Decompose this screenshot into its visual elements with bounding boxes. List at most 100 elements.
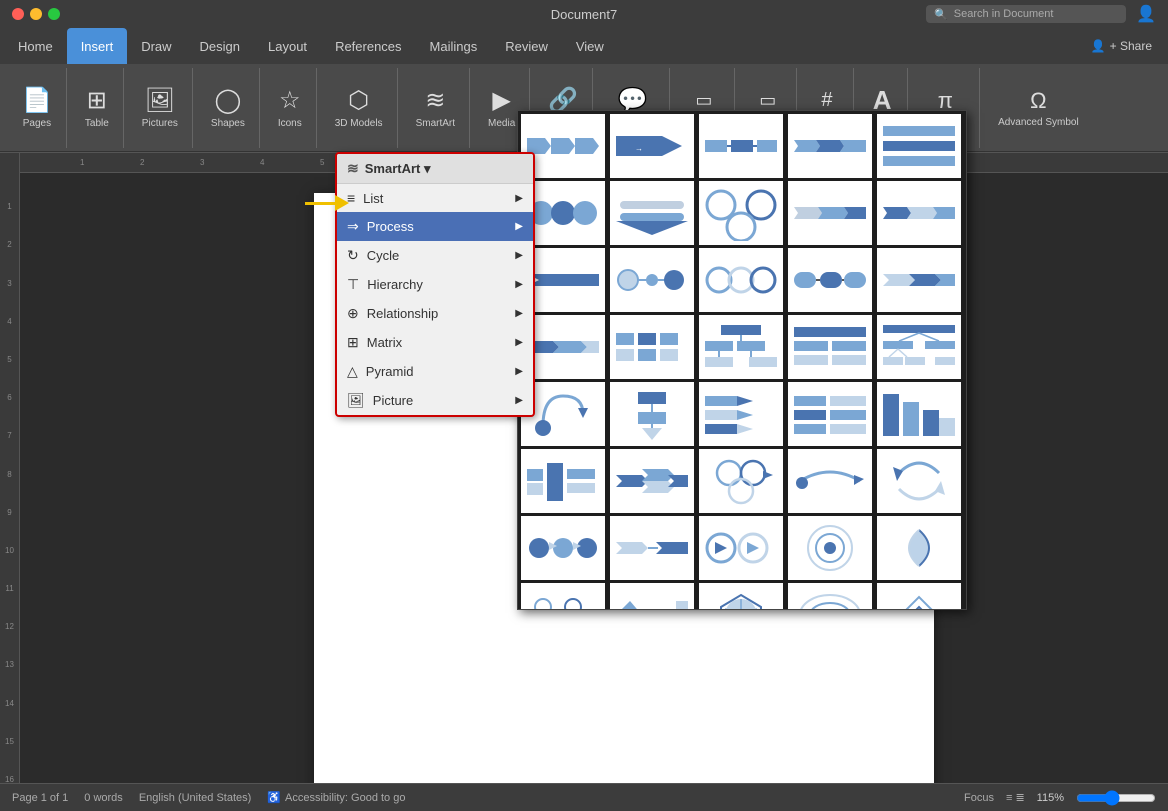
tab-home[interactable]: Home — [4, 28, 67, 64]
smartart-item-36[interactable] — [521, 583, 605, 610]
smartart-item-35[interactable] — [877, 516, 961, 580]
share-label: + Share — [1110, 39, 1152, 53]
ruler-v-tick: 16 — [5, 746, 14, 784]
menu-item-relationship[interactable]: ⊕ Relationship ▶ — [337, 299, 533, 328]
smartart-item-24[interactable] — [788, 382, 872, 446]
advancedsymbol-label: Advanced Symbol — [998, 117, 1079, 128]
ribbon-group-pictures: 🖼 Pictures — [128, 68, 193, 148]
relationship-chevron-icon: ▶ — [515, 308, 523, 319]
smartart-item-2[interactable]: → — [610, 114, 694, 178]
menu-item-picture-label: Picture — [373, 393, 413, 408]
user-icon[interactable]: 👤 — [1136, 4, 1156, 24]
relationship-icon: ⊕ — [347, 305, 359, 322]
cycle-chevron-icon: ▶ — [515, 250, 523, 261]
tab-review[interactable]: Review — [491, 28, 562, 64]
menu-header-label: SmartArt ▾ — [365, 161, 431, 177]
language-label: English (United States) — [139, 792, 252, 804]
minimize-button[interactable] — [30, 8, 42, 20]
smartart-item-34[interactable] — [788, 516, 872, 580]
smartart-item-30[interactable] — [877, 449, 961, 513]
smartart-item-27[interactable] — [610, 449, 694, 513]
media-label: Media — [488, 118, 515, 129]
smartart-item-23[interactable] — [699, 382, 783, 446]
smartart-item-17[interactable] — [610, 315, 694, 379]
smartart-item-12[interactable] — [610, 248, 694, 312]
pictures-button[interactable]: 🖼 Pictures — [136, 82, 184, 133]
smartart-item-14[interactable] — [788, 248, 872, 312]
icons-button[interactable]: ☆ Icons — [272, 82, 308, 133]
smartart-item-13[interactable] — [699, 248, 783, 312]
smartart-item-22[interactable] — [610, 382, 694, 446]
smartart-item-3[interactable] — [699, 114, 783, 178]
media-button[interactable]: ▶ Media — [482, 82, 521, 133]
ribbon-group-pages: 📄 Pages — [8, 68, 67, 148]
smartart-button[interactable]: ≋ SmartArt — [410, 82, 461, 133]
ruler-v-tick: 5 — [7, 326, 11, 364]
ruler-v-tick: 9 — [7, 479, 11, 517]
smartart-item-28[interactable] — [699, 449, 783, 513]
ruler-v-tick: 4 — [7, 288, 11, 326]
smartart-item-40[interactable] — [877, 583, 961, 610]
tab-mailings[interactable]: Mailings — [416, 28, 492, 64]
accessibility-icon: ♿ — [267, 791, 281, 804]
menu-header[interactable]: ≋ SmartArt ▾ — [337, 154, 533, 184]
smartart-item-7[interactable] — [610, 181, 694, 245]
matrix-icon: ⊞ — [347, 334, 359, 351]
smartart-item-20[interactable] — [877, 315, 961, 379]
smartart-item-38[interactable] — [699, 583, 783, 610]
footer-icon: ▭ — [759, 90, 776, 111]
advancedsymbol-button[interactable]: Ω Advanced Symbol — [992, 84, 1085, 132]
ruler-v-tick: 14 — [5, 669, 14, 707]
shapes-button[interactable]: ◯ Shapes — [205, 82, 251, 133]
smartart-item-10[interactable] — [877, 181, 961, 245]
smartart-item-19[interactable] — [788, 315, 872, 379]
menu-item-relationship-label: Relationship — [367, 306, 439, 321]
maximize-button[interactable] — [48, 8, 60, 20]
tab-view[interactable]: View — [562, 28, 618, 64]
share-button[interactable]: 👤 + Share — [1079, 28, 1164, 64]
tab-references[interactable]: References — [321, 28, 415, 64]
picture-icon: 🖼 — [347, 392, 365, 409]
search-box[interactable]: 🔍 Search in Document — [926, 5, 1126, 23]
ribbon-group-shapes: ◯ Shapes — [197, 68, 260, 148]
smartart-item-4[interactable] — [788, 114, 872, 178]
menu-item-hierarchy[interactable]: ⊤ Hierarchy ▶ — [337, 270, 533, 299]
menu-item-process[interactable]: ⇒ Process ▶ — [337, 212, 533, 241]
menu-item-picture[interactable]: 🖼 Picture ▶ — [337, 386, 533, 415]
3dmodels-button[interactable]: ⬡ 3D Models — [329, 82, 389, 133]
table-button[interactable]: ⊞ Table — [79, 82, 115, 133]
smartart-item-33[interactable] — [699, 516, 783, 580]
table-label: Table — [85, 118, 109, 129]
tab-layout[interactable]: Layout — [254, 28, 321, 64]
window-controls — [12, 8, 60, 20]
menu-item-pyramid[interactable]: △ Pyramid ▶ — [337, 357, 533, 386]
smartart-item-9[interactable] — [788, 181, 872, 245]
smartart-item-31[interactable] — [521, 516, 605, 580]
smartart-item-29[interactable] — [788, 449, 872, 513]
tab-design[interactable]: Design — [186, 28, 254, 64]
vertical-ruler: 1 2 3 4 5 6 7 8 9 10 11 12 13 14 15 16 — [0, 153, 20, 784]
menu-item-list-left: ≡ List — [347, 190, 383, 206]
focus-label[interactable]: Focus — [964, 792, 994, 804]
tab-insert[interactable]: Insert — [67, 28, 128, 64]
smartart-item-39[interactable] — [788, 583, 872, 610]
ruler-v-tick: 13 — [5, 631, 14, 669]
menu-item-list[interactable]: ≡ List ▶ — [337, 184, 533, 212]
zoom-slider[interactable] — [1076, 790, 1156, 806]
titlebar-right: 🔍 Search in Document 👤 — [926, 4, 1156, 24]
smartart-item-32[interactable] — [610, 516, 694, 580]
close-button[interactable] — [12, 8, 24, 20]
smartart-item-5[interactable] — [877, 114, 961, 178]
smartart-item-18[interactable] — [699, 315, 783, 379]
menu-main: ≋ SmartArt ▾ ≡ List ▶ ⇒ Process ▶ ↻ Cycl… — [335, 152, 535, 417]
tab-draw[interactable]: Draw — [127, 28, 185, 64]
pages-button[interactable]: 📄 Pages — [16, 82, 58, 133]
smartart-item-37[interactable] — [610, 583, 694, 610]
smartart-item-25[interactable] — [877, 382, 961, 446]
smartart-item-8[interactable] — [699, 181, 783, 245]
smartart-item-26[interactable] — [521, 449, 605, 513]
menu-item-cycle[interactable]: ↻ Cycle ▶ — [337, 241, 533, 270]
smartart-item-15[interactable] — [877, 248, 961, 312]
menu-item-matrix[interactable]: ⊞ Matrix ▶ — [337, 328, 533, 357]
ruler-v-tick: 8 — [7, 440, 11, 478]
